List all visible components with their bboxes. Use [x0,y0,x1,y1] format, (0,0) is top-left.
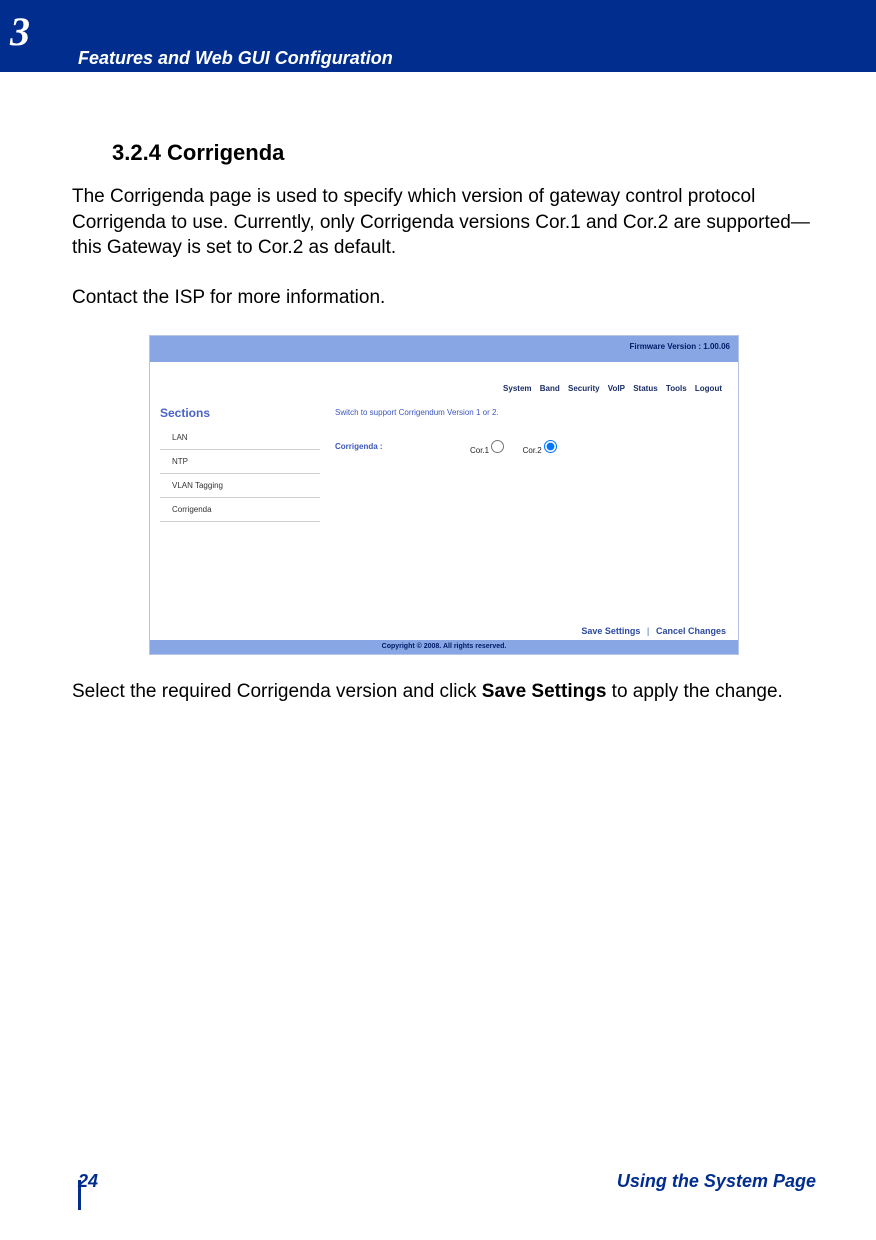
paragraph-1: The Corrigenda page is used to specify w… [72,184,816,261]
sidebar-item-lan[interactable]: LAN [160,426,320,450]
corrigenda-label: Corrigenda : [335,442,383,451]
radio-cor2-text: Cor.2 [523,446,542,455]
radio-cor1[interactable] [491,440,504,453]
chapter-title: Features and Web GUI Configuration [78,48,393,69]
save-settings-link[interactable]: Save Settings [581,626,640,636]
paragraph-2: Contact the ISP for more information. [72,285,816,311]
gui-screenshot: Firmware Version : 1.00.06 System Band S… [149,335,739,655]
nav-security[interactable]: Security [568,384,600,393]
radio-cor2-label[interactable]: Cor.2 [523,446,557,455]
sidebar-item-corrigenda[interactable]: Corrigenda [160,498,320,522]
top-nav: System Band Security VoIP Status Tools L… [330,384,728,393]
action-separator: | [647,626,650,636]
page-footer: 24 Using the System Page [78,1171,816,1192]
screenshot-wrapper: Firmware Version : 1.00.06 System Band S… [149,335,739,655]
para3-post: to apply the change. [606,681,782,702]
sidebar-item-vlan[interactable]: VLAN Tagging [160,474,320,498]
nav-system[interactable]: System [503,384,531,393]
firmware-version: Firmware Version : 1.00.06 [630,342,731,351]
copyright-bar: Copyright © 2008. All rights reserved. [150,640,738,654]
nav-tools[interactable]: Tools [666,384,687,393]
nav-status[interactable]: Status [633,384,657,393]
firmware-bar: Firmware Version : 1.00.06 [150,336,738,362]
paragraph-3: Select the required Corrigenda version a… [72,679,816,705]
radio-cor1-text: Cor.1 [470,446,489,455]
footer-rule [78,1180,98,1210]
hint-text: Switch to support Corrigendum Version 1 … [335,408,499,417]
footer-section-title: Using the System Page [617,1171,816,1192]
corrigenda-radio-group: Cor.1 Cor.2 [470,440,573,455]
para3-bold: Save Settings [482,681,607,702]
sidebar-item-ntp[interactable]: NTP [160,450,320,474]
section-heading: 3.2.4 Corrigenda [112,140,816,166]
sidebar: Sections LAN NTP VLAN Tagging Corrigenda [160,406,320,522]
sections-heading: Sections [160,406,320,420]
page-container: 3 Features and Web GUI Configuration 3.2… [0,0,876,1240]
action-bar: Save Settings | Cancel Changes [581,626,726,636]
para3-pre: Select the required Corrigenda version a… [72,681,482,702]
nav-voip[interactable]: VoIP [608,384,625,393]
nav-logout[interactable]: Logout [695,384,722,393]
cancel-changes-link[interactable]: Cancel Changes [656,626,726,636]
chapter-banner: 3 Features and Web GUI Configuration [0,0,876,72]
radio-cor1-label[interactable]: Cor.1 [470,446,507,455]
radio-cor2[interactable] [544,440,557,453]
chapter-number: 3 [10,8,30,55]
nav-band[interactable]: Band [540,384,560,393]
content-area: 3.2.4 Corrigenda The Corrigenda page is … [72,140,816,728]
